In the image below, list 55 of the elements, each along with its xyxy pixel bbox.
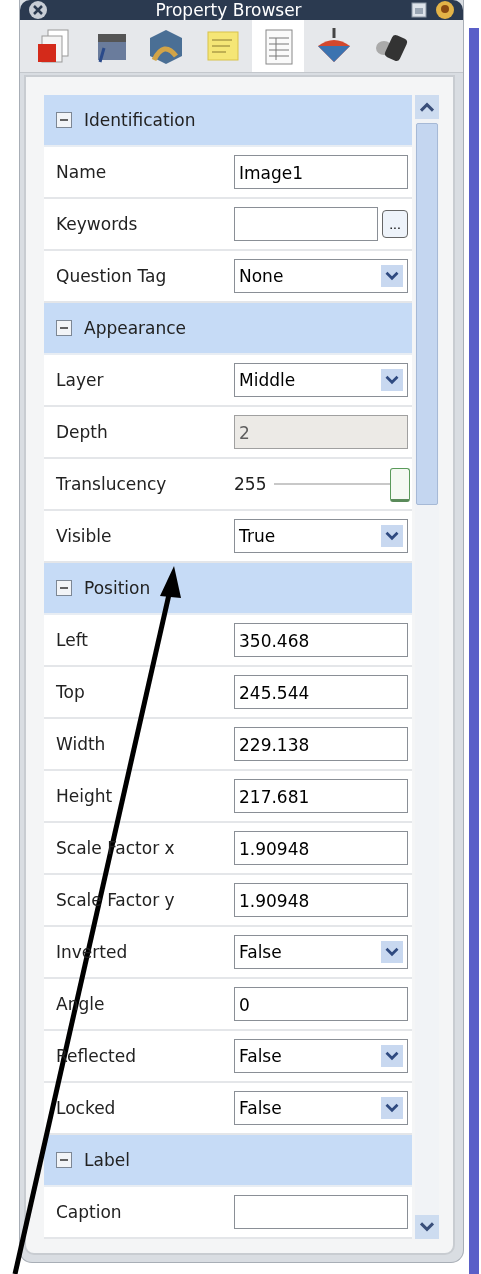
text-field[interactable] — [234, 207, 378, 241]
property-label: Keywords — [55, 214, 139, 234]
text-field[interactable]: 1.90948 — [234, 883, 408, 917]
text-field[interactable]: 350.468 — [234, 623, 408, 657]
property-label: Name — [55, 162, 108, 182]
caret-icon — [381, 1044, 403, 1068]
section-header[interactable]: Label — [44, 1135, 412, 1187]
property-label: Layer — [55, 370, 105, 390]
slider-thumb[interactable] — [390, 468, 410, 502]
scroll-up-icon[interactable] — [415, 95, 439, 119]
property-label: Depth — [55, 422, 109, 442]
dropdown[interactable]: Middle — [234, 363, 408, 397]
property-label: Width — [55, 734, 107, 754]
section-header[interactable]: Identification — [44, 95, 412, 147]
dropdown[interactable]: False — [234, 1091, 408, 1125]
collapse-icon[interactable] — [56, 1152, 72, 1168]
scrollbar[interactable] — [415, 95, 439, 1239]
property-label: Left — [55, 630, 89, 650]
caret-icon — [381, 1096, 403, 1120]
text-field[interactable]: Image1 — [234, 155, 408, 189]
scroll-down-icon[interactable] — [415, 1215, 439, 1239]
text-field[interactable]: 229.138 — [234, 727, 408, 761]
dropdown[interactable]: None — [234, 259, 408, 293]
property-label: Caption — [55, 1202, 123, 1222]
text-field[interactable]: 217.681 — [234, 779, 408, 813]
dropdown[interactable]: False — [234, 935, 408, 969]
close-icon[interactable] — [28, 0, 48, 20]
scroll-thumb[interactable] — [416, 123, 438, 505]
window-title: Property Browser — [154, 0, 303, 20]
property-label: Question Tag — [55, 266, 168, 286]
caret-icon — [381, 368, 403, 392]
disabled-field: 2 — [234, 415, 408, 449]
calendar-icon[interactable] — [409, 0, 429, 20]
dropdown[interactable]: False — [234, 1039, 408, 1073]
property-label: Top — [55, 682, 86, 702]
property-label: Height — [55, 786, 114, 806]
pin-icon[interactable] — [435, 0, 455, 20]
caret-icon — [381, 940, 403, 964]
caret-icon — [381, 524, 403, 548]
collapse-icon[interactable] — [56, 320, 72, 336]
collapse-icon[interactable] — [56, 112, 72, 128]
property-label: Translucency — [55, 474, 168, 494]
text-field[interactable] — [234, 1195, 408, 1229]
slider-value: 255 — [234, 474, 267, 494]
section-header[interactable]: Position — [44, 563, 412, 615]
dropdown[interactable]: True — [234, 519, 408, 553]
property-label: Locked — [55, 1098, 117, 1118]
text-field[interactable]: 1.90948 — [234, 831, 408, 865]
collapse-icon[interactable] — [56, 580, 72, 596]
browse-button[interactable]: ... — [382, 210, 408, 238]
text-field[interactable]: 0 — [234, 987, 408, 1021]
section-header[interactable]: Appearance — [44, 303, 412, 355]
text-field[interactable]: 245.544 — [234, 675, 408, 709]
caret-icon — [381, 264, 403, 288]
property-label: Visible — [55, 526, 113, 546]
